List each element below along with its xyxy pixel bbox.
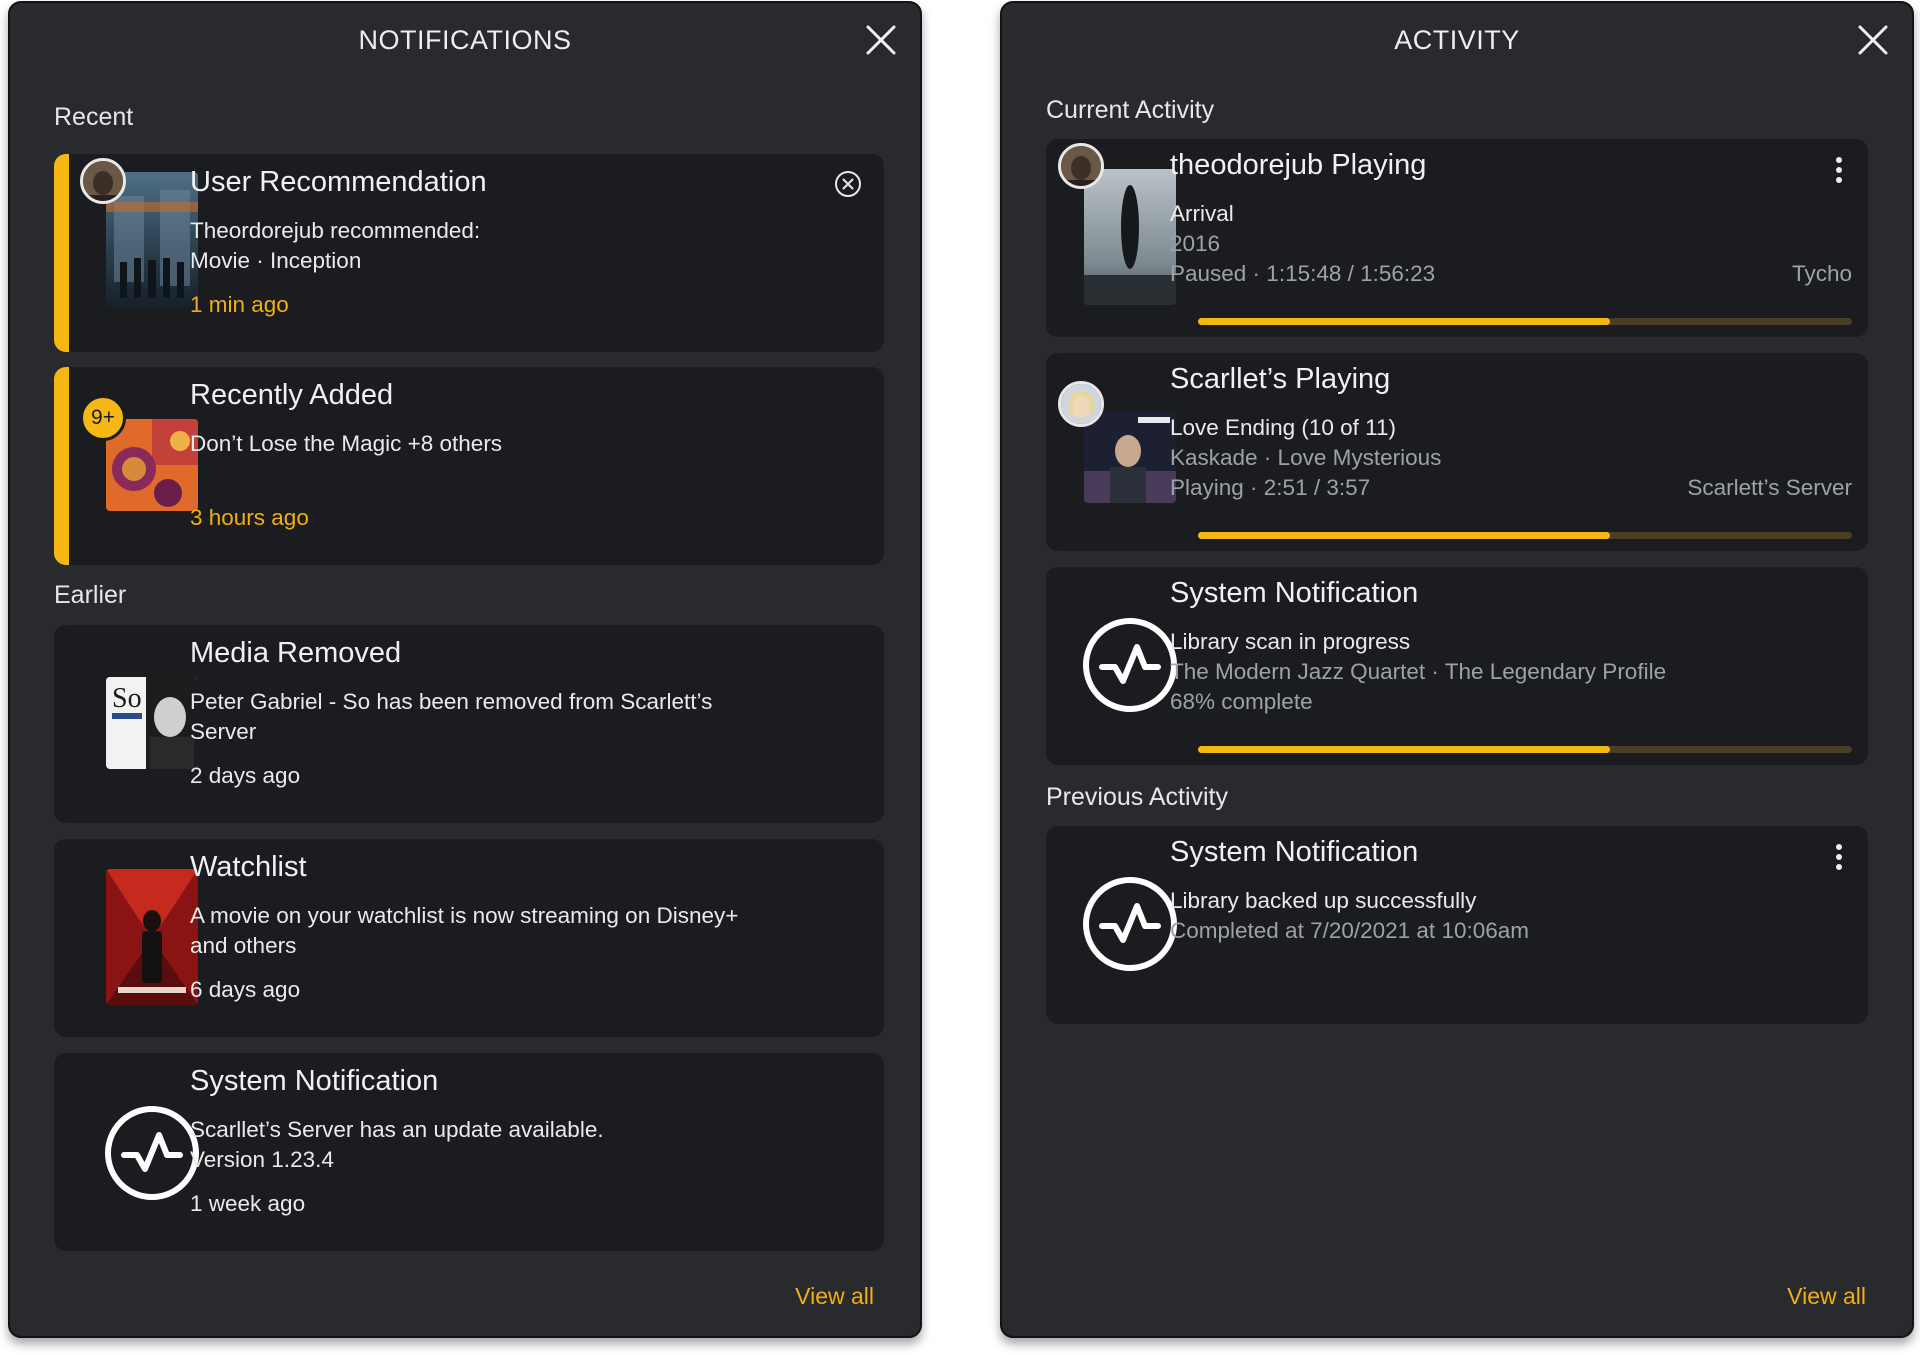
activity-detail: Love Ending (10 of 11) — [1170, 415, 1396, 440]
movie-poster-thumbnail — [1084, 169, 1176, 305]
notifications-panel: NOTIFICATIONS Recent User Recommendation… — [8, 1, 922, 1338]
activity-card[interactable]: theodorejub Playing Arrival 2016 Paused … — [1046, 139, 1868, 337]
progress-bar — [1198, 746, 1852, 753]
notification-card[interactable]: User Recommendation Theordorejub recomme… — [54, 154, 884, 352]
user-avatar — [80, 158, 126, 204]
activity-title: System Notification — [1170, 836, 1419, 868]
activity-card[interactable]: System Notification Library scan in prog… — [1046, 567, 1868, 765]
activity-detail: 68% complete — [1170, 689, 1313, 714]
activity-server: Scarlett’s Server — [1687, 475, 1852, 500]
progress-fill — [1198, 746, 1611, 753]
activity-detail: Library backed up successfully — [1170, 888, 1477, 913]
progress-bar — [1198, 318, 1852, 325]
activity-card[interactable]: System Notification Library backed up su… — [1046, 826, 1868, 1024]
notification-detail: A movie on your watchlist is now streami… — [190, 903, 739, 928]
section-label-previous: Previous Activity — [1046, 783, 1229, 811]
notification-time: 1 min ago — [190, 292, 289, 317]
close-icon[interactable] — [1856, 23, 1890, 57]
pulse-icon — [104, 1105, 200, 1201]
progress-fill — [1198, 532, 1611, 539]
user-avatar — [1058, 143, 1104, 189]
notification-time: 3 hours ago — [190, 505, 309, 530]
count-badge: 9+ — [80, 395, 126, 441]
section-label-recent: Recent — [54, 103, 134, 131]
notification-detail: Don’t Lose the Magic +8 others — [190, 431, 503, 456]
activity-detail: Paused · 1:15:48 / 1:56:23 — [1170, 261, 1436, 286]
activity-detail: Kaskade · Love Mysterious — [1170, 445, 1442, 470]
pulse-icon — [1082, 617, 1178, 713]
notification-card[interactable]: 9+ Recently Added Don’t Lose the Magic +… — [54, 367, 884, 565]
activity-detail: Playing · 2:51 / 3:57 — [1170, 475, 1371, 500]
more-vert-icon[interactable] — [1832, 155, 1846, 185]
activity-panel: ACTIVITY Current Activity theodorejub Pl… — [1000, 1, 1914, 1338]
dismiss-circle-icon[interactable] — [834, 170, 862, 198]
notification-card[interactable]: So Media Removed Peter Gabriel - So has … — [54, 625, 884, 823]
progress-fill — [1198, 318, 1611, 325]
notification-detail: Version 1.23.4 — [190, 1147, 334, 1172]
notification-time: 6 days ago — [190, 977, 301, 1002]
notification-detail: and others — [190, 933, 297, 958]
pulse-icon — [1082, 876, 1178, 972]
view-all-link[interactable]: View all — [795, 1283, 874, 1310]
activity-detail: Arrival — [1170, 201, 1234, 226]
activity-detail: Library scan in progress — [1170, 629, 1411, 654]
notification-card[interactable]: Watchlist A movie on your watchlist is n… — [54, 839, 884, 1037]
activity-detail: Completed at 7/20/2021 at 10:06am — [1170, 918, 1530, 943]
panel-title: ACTIVITY — [1394, 25, 1520, 55]
notification-time: 1 week ago — [190, 1191, 306, 1216]
user-avatar — [1058, 381, 1104, 427]
activity-card[interactable]: Scarllet’s Playing Love Ending (10 of 11… — [1046, 353, 1868, 551]
album-art-thumbnail: So — [106, 677, 198, 769]
notification-detail: Server — [190, 719, 257, 744]
activity-server: Tycho — [1791, 261, 1852, 286]
notification-time: 2 days ago — [190, 763, 301, 788]
view-all-link[interactable]: View all — [1787, 1283, 1866, 1310]
activity-detail: The Modern Jazz Quartet · The Legendary … — [1170, 659, 1667, 684]
svg-text:So: So — [112, 683, 142, 714]
section-label-current: Current Activity — [1046, 96, 1215, 124]
activity-title: System Notification — [1170, 577, 1419, 609]
panel-title: NOTIFICATIONS — [358, 25, 572, 55]
notification-detail: Scarllet’s Server has an update availabl… — [190, 1117, 604, 1142]
notification-title: Recently Added — [190, 379, 394, 411]
notification-detail: Theordorejub recommended: — [190, 218, 481, 243]
notification-detail: Movie · Inception — [190, 248, 362, 273]
more-vert-icon[interactable] — [1832, 842, 1846, 872]
close-icon[interactable] — [864, 23, 898, 57]
notification-title: Watchlist — [190, 851, 307, 883]
notification-title: Media Removed — [190, 637, 402, 669]
notification-title: System Notification — [190, 1065, 439, 1097]
activity-title: theodorejub Playing — [1170, 149, 1427, 181]
activity-detail: 2016 — [1170, 231, 1221, 256]
progress-bar — [1198, 532, 1852, 539]
movie-poster-thumbnail — [106, 869, 198, 1005]
notification-card[interactable]: System Notification Scarllet’s Server ha… — [54, 1053, 884, 1251]
notification-detail: Peter Gabriel - So has been removed from… — [190, 689, 713, 714]
section-label-earlier: Earlier — [54, 581, 127, 609]
notification-title: User Recommendation — [190, 166, 487, 198]
activity-title: Scarllet’s Playing — [1170, 363, 1391, 395]
album-art-thumbnail — [1084, 411, 1176, 503]
